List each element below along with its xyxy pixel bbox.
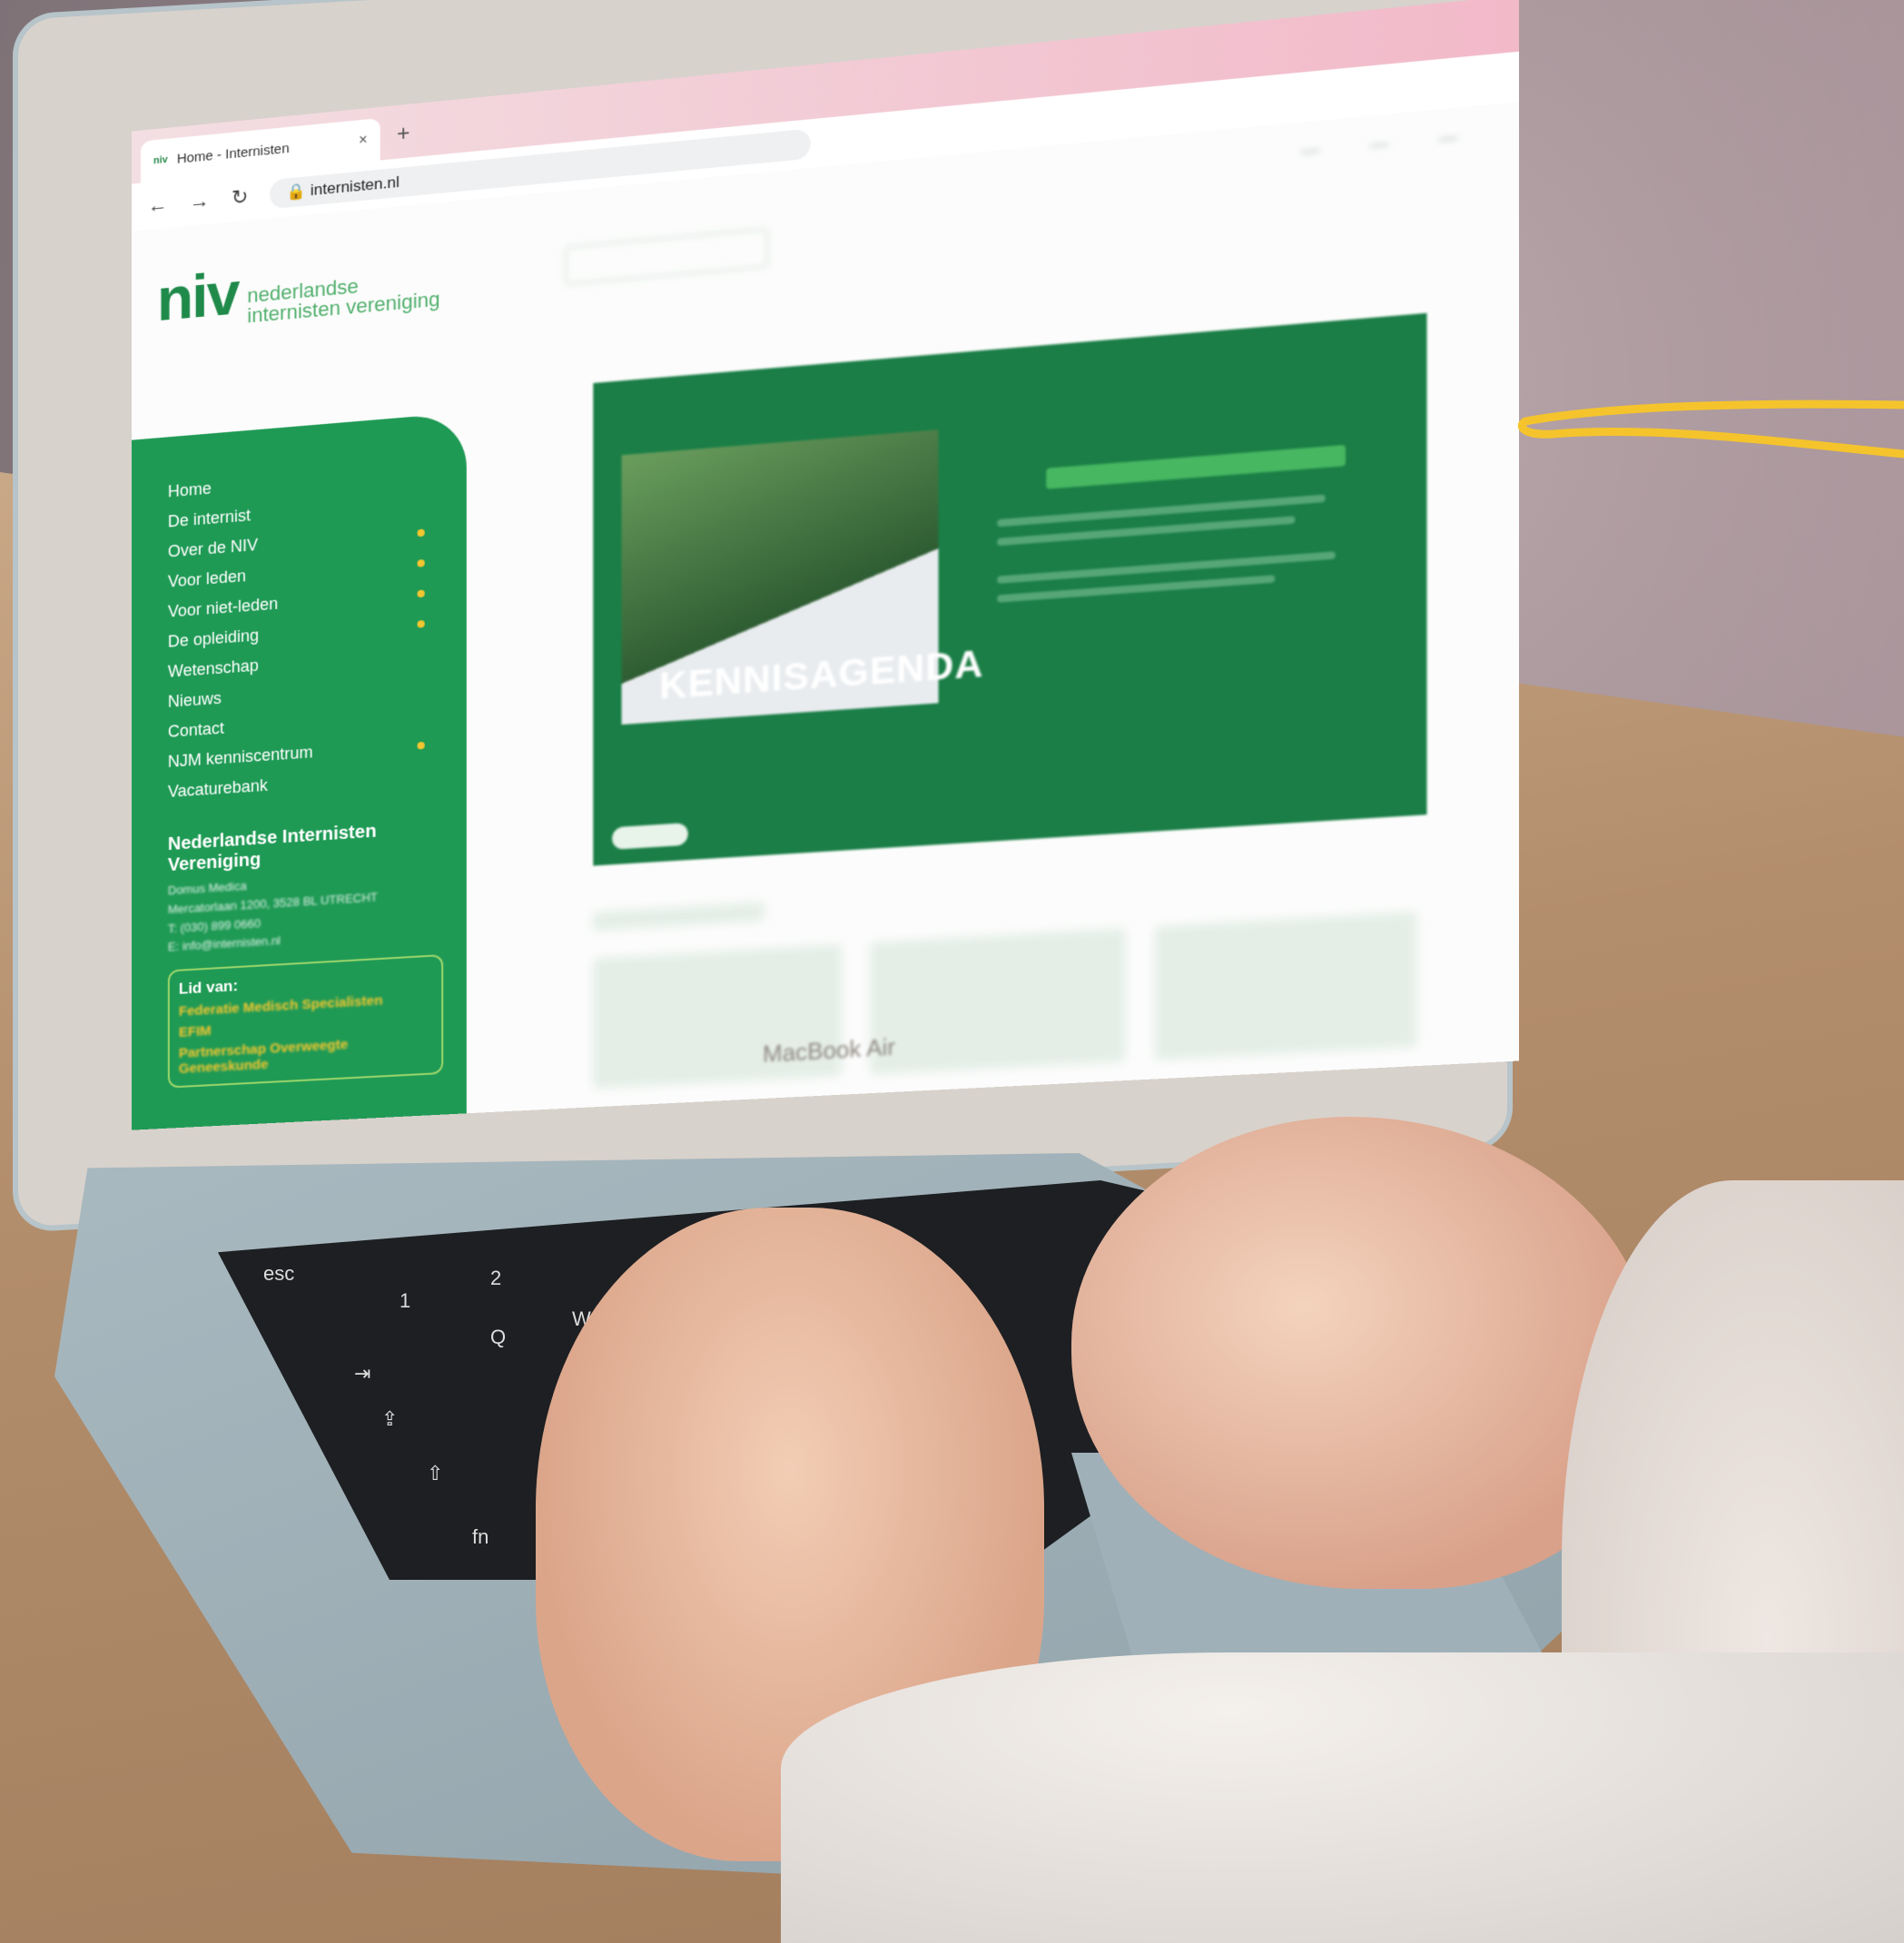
key-tab[interactable]: ⇥ — [354, 1362, 370, 1386]
sleeve-left — [781, 1652, 1904, 1943]
nav-item[interactable]: Wetenschap — [168, 644, 425, 681]
close-tab-icon[interactable]: × — [359, 133, 368, 150]
hero-text-line — [997, 551, 1336, 584]
favicon-icon: niv — [153, 153, 168, 167]
logo-text: nederlandse internisten vereniging — [247, 269, 439, 327]
nav-item-label: Home — [167, 478, 212, 501]
submenu-dot-icon[interactable] — [417, 741, 425, 749]
submenu-dot-icon[interactable] — [417, 619, 425, 628]
key-shift[interactable]: ⇧ — [427, 1462, 443, 1485]
nav-item-label: Vacaturebank — [167, 775, 268, 802]
nav-item-label: Nieuws — [167, 688, 222, 711]
key-esc[interactable]: esc — [263, 1262, 294, 1286]
url-text: internisten.nl — [310, 173, 400, 200]
nav-item[interactable]: Contact — [168, 705, 425, 742]
nav-item-label: Contact — [167, 718, 224, 741]
member-of-link[interactable]: Partnerschap Overweegte Geneeskunde — [179, 1032, 432, 1077]
nav-item-label: Voor niet-leden — [167, 594, 279, 621]
new-tab-button[interactable]: + — [397, 121, 409, 148]
yellow-swoosh — [1517, 399, 1904, 459]
hero-image: KENNISAGENDA — [621, 429, 984, 725]
key-caps[interactable]: ⇪ — [381, 1407, 398, 1431]
sidebar-nav: Home De internist Over de NIV Voor leden Voo… — [132, 412, 467, 1130]
nav-item-label: Wetenschap — [167, 656, 259, 681]
nav-item-label: De internist — [167, 506, 252, 531]
laptop-screen: niv Home - Internisten × + ← → ↻ 🔒 inter… — [132, 0, 1519, 1130]
lower-content-blurred — [593, 863, 1426, 1098]
carousel-pager[interactable] — [612, 823, 688, 850]
nav-list: Home De internist Over de NIV Voor leden Voo… — [168, 459, 467, 802]
reload-icon[interactable]: ↻ — [232, 184, 249, 210]
nav-item-label: Over de NIV — [167, 535, 259, 561]
nav-item-label: NJM kenniscentrum — [167, 743, 313, 772]
top-links-blurred: ― ― ― — [1301, 127, 1457, 162]
hero-title-blurred — [1046, 444, 1346, 489]
key-fn[interactable]: fn — [472, 1525, 488, 1549]
key-2[interactable]: 2 — [490, 1267, 501, 1290]
back-arrow-icon[interactable]: ← — [148, 192, 168, 218]
swoosh-stroke — [1517, 399, 1904, 459]
section-heading — [593, 902, 765, 932]
nav-item-label: De opleiding — [167, 626, 260, 651]
nav-item[interactable]: Vacaturebank — [168, 765, 425, 802]
content-card[interactable] — [1155, 912, 1417, 1060]
submenu-dot-icon[interactable] — [417, 558, 425, 567]
hero-word: KENNISAGENDA — [659, 643, 984, 707]
key-1[interactable]: 1 — [400, 1289, 410, 1313]
nav-item-label: Voor leden — [167, 567, 247, 591]
top-link[interactable]: ― — [1301, 140, 1319, 162]
nav-item[interactable]: Nieuws — [168, 675, 425, 712]
forward-arrow-icon[interactable]: → — [190, 189, 210, 214]
address-block: Domus Medica Mercatorlaan 1200, 3528 BL … — [168, 863, 467, 958]
content-card[interactable] — [870, 928, 1126, 1075]
web-page: niv nederlandse internisten vereniging ―… — [132, 102, 1519, 1130]
logo-mark: niv — [156, 258, 239, 334]
submenu-dot-icon[interactable] — [417, 528, 425, 537]
key-q[interactable]: Q — [490, 1326, 506, 1349]
submenu-dot-icon[interactable] — [417, 589, 425, 597]
top-link[interactable]: ― — [1439, 127, 1457, 149]
hero-banner[interactable]: KENNISAGENDA — [593, 312, 1427, 866]
member-of-box: Lid van: Federatie Medisch Specialisten … — [167, 954, 444, 1089]
laptop-lid: niv Home - Internisten × + ← → ↻ 🔒 inter… — [13, 0, 1519, 1233]
tab-title: Home - Internisten — [176, 140, 290, 167]
nav-item[interactable]: NJM kenniscentrum — [168, 735, 425, 772]
top-link[interactable]: ― — [1370, 133, 1388, 155]
search-box-blurred[interactable] — [565, 228, 769, 286]
content-card[interactable] — [593, 944, 842, 1089]
niv-logo[interactable]: niv nederlandse internisten vereniging — [157, 240, 440, 335]
